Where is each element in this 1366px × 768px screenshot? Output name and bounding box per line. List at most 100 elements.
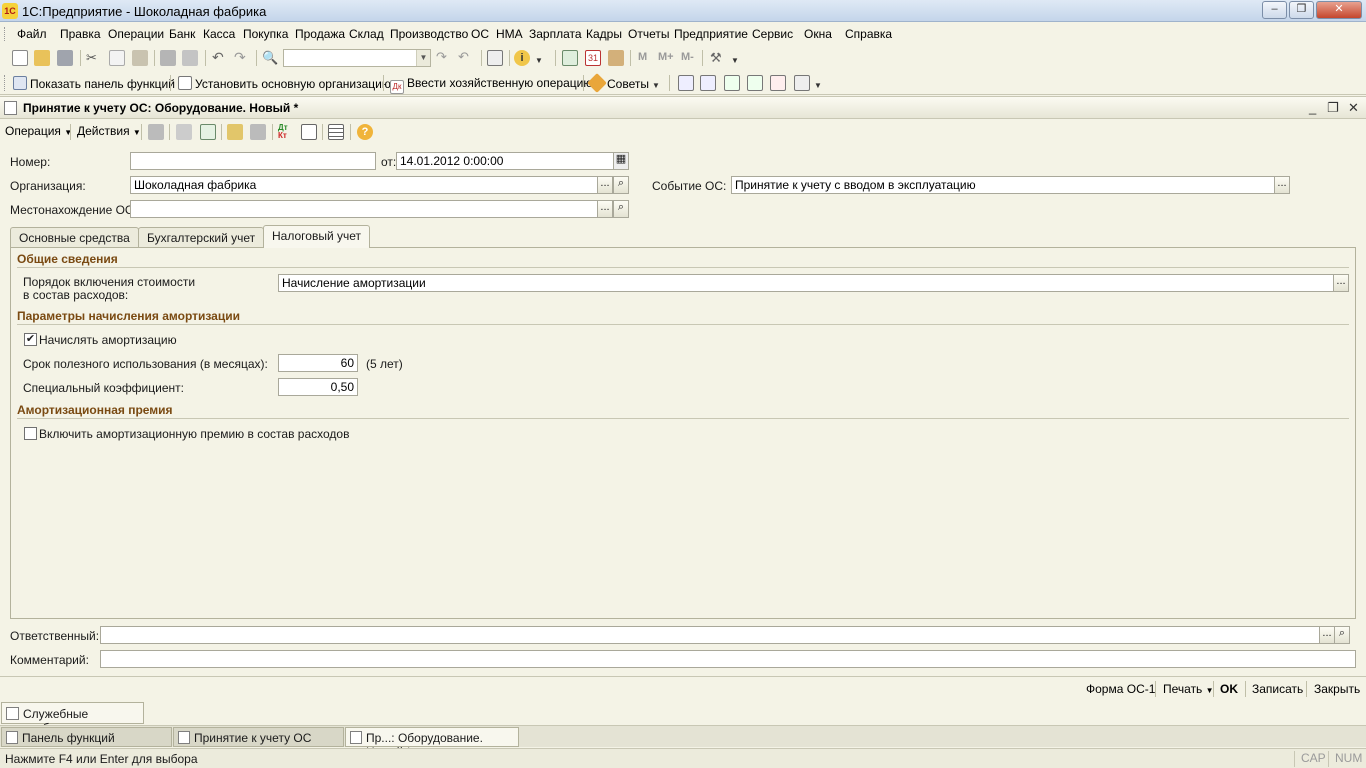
organization-field[interactable]: Шоколадная фабрика <box>130 176 598 194</box>
window-tab-functions-panel[interactable]: Панель функций <box>1 727 172 747</box>
tab-accounting[interactable]: Бухгалтерский учет <box>138 227 265 247</box>
menu-help[interactable]: Справка <box>845 27 892 41</box>
memory-m-button[interactable]: M <box>638 51 647 63</box>
post-icon[interactable] <box>148 124 164 140</box>
search-icon[interactable]: ⌕ <box>613 200 629 218</box>
menu-windows[interactable]: Окна <box>804 27 832 41</box>
menu-operations[interactable]: Операции <box>108 27 164 41</box>
number-field[interactable] <box>130 152 376 170</box>
menu-purchase[interactable]: Покупка <box>243 27 288 41</box>
search-icon[interactable]: ⌕ <box>1334 626 1350 644</box>
menu-production[interactable]: Производство <box>390 27 468 41</box>
location-select-button[interactable]: ... <box>597 200 613 218</box>
structure-icon[interactable] <box>250 124 266 140</box>
tools-icon[interactable]: ⚒ <box>710 50 726 66</box>
save-button[interactable]: Записать <box>1252 682 1303 696</box>
copy-document-icon[interactable] <box>200 124 216 140</box>
journal-icon[interactable] <box>678 75 694 91</box>
print-icon[interactable] <box>160 50 176 66</box>
doc-minimize-button[interactable]: _ <box>1309 100 1316 115</box>
doc-restore-button[interactable]: ❐ <box>1327 100 1339 116</box>
window-tab-asset-acceptance-list[interactable]: Принятие к учету ОС <box>173 727 344 747</box>
menu-salary[interactable]: Зарплата <box>529 27 582 41</box>
based-on-icon[interactable] <box>227 124 243 140</box>
chevron-down-icon[interactable]: ▼ <box>535 50 551 66</box>
actions-menu-button[interactable]: Действия ▼ <box>77 124 141 138</box>
menu-intangibles[interactable]: НМА <box>496 27 523 41</box>
menu-cash[interactable]: Касса <box>203 27 235 41</box>
chevron-down-icon[interactable]: ▼ <box>652 75 668 91</box>
calculator-icon[interactable] <box>562 50 578 66</box>
premium-checkbox[interactable] <box>24 427 37 440</box>
accrue-checkbox[interactable]: ✔ <box>24 333 37 346</box>
dt-kt-icon[interactable]: Дт Кт <box>278 124 294 140</box>
memory-plus-button[interactable]: M+ <box>658 51 674 63</box>
search-icon[interactable]: 🔍 <box>262 50 278 66</box>
event-field[interactable]: Принятие к учету с вводом в эксплуатацию <box>731 176 1275 194</box>
show-panel-button[interactable]: Показать панель функций <box>13 76 175 91</box>
maximize-button[interactable]: ❐ <box>1289 1 1314 19</box>
enter-operation-button[interactable]: Дк Ввести хозяйственную операцию <box>390 76 592 94</box>
ok-button[interactable]: OK <box>1220 682 1238 696</box>
menu-bank[interactable]: Банк <box>169 27 195 41</box>
find-next-icon[interactable]: ↷ <box>436 50 452 66</box>
copy-icon[interactable] <box>109 50 125 66</box>
chevron-down-icon[interactable]: ▼ <box>814 75 830 91</box>
cost-order-select-button[interactable]: ... <box>1333 274 1349 292</box>
menu-edit[interactable]: Правка <box>60 27 101 41</box>
find-prev-icon[interactable]: ↶ <box>458 50 474 66</box>
calendar-icon[interactable]: ▦ <box>613 152 629 170</box>
list-icon[interactable] <box>328 124 344 140</box>
bank-journal-icon[interactable] <box>700 75 716 91</box>
minimize-button[interactable]: – <box>1262 1 1287 19</box>
menu-file[interactable]: Файл <box>17 27 47 41</box>
menu-sales[interactable]: Продажа <box>295 27 345 41</box>
set-org-button[interactable]: Установить основную организацию <box>178 76 391 91</box>
cost-order-field[interactable]: Начисление амортизации <box>278 274 1334 292</box>
close-button[interactable]: ✕ <box>1316 1 1362 19</box>
date-field[interactable]: 14.01.2012 0:00:00 <box>396 152 614 170</box>
menu-warehouse[interactable]: Склад <box>349 27 384 41</box>
useful-life-field[interactable]: 60 <box>278 354 358 372</box>
tips-button[interactable]: Советы <box>587 73 649 93</box>
chevron-down-icon[interactable]: ▼ <box>731 50 747 66</box>
open-icon[interactable] <box>34 50 50 66</box>
undo-icon[interactable]: ↶ <box>212 50 228 66</box>
cut-icon[interactable]: ✂ <box>86 50 102 66</box>
menu-fixed-assets[interactable]: ОС <box>471 27 489 41</box>
responsible-select-button[interactable]: ... <box>1319 626 1335 644</box>
location-field[interactable] <box>130 200 598 218</box>
new-icon[interactable] <box>12 50 28 66</box>
print-preview-icon[interactable] <box>182 50 198 66</box>
warehouse-journal-icon[interactable] <box>770 75 786 91</box>
info-icon[interactable]: i <box>514 50 530 66</box>
users-icon[interactable] <box>608 50 624 66</box>
search-icon[interactable]: ⌕ <box>613 176 629 194</box>
search-combo[interactable]: ▼ <box>283 49 431 67</box>
organization-select-button[interactable]: ... <box>597 176 613 194</box>
assets-journal-icon[interactable] <box>794 75 810 91</box>
redo-icon[interactable]: ↷ <box>234 50 250 66</box>
save-icon[interactable] <box>57 50 73 66</box>
menu-service[interactable]: Сервис <box>752 27 793 41</box>
responsible-field[interactable] <box>100 626 1320 644</box>
purchases-journal-icon[interactable] <box>724 75 740 91</box>
operation-menu-button[interactable]: Операция ▼ <box>5 124 72 138</box>
windows-icon[interactable] <box>487 50 503 66</box>
refresh-icon[interactable] <box>176 124 192 140</box>
service-messages-button[interactable]: Служебные сообщения <box>1 702 144 735</box>
coefficient-field[interactable]: 0,50 <box>278 378 358 396</box>
memory-minus-button[interactable]: M- <box>681 51 694 63</box>
event-select-button[interactable]: ... <box>1274 176 1290 194</box>
print-menu-button[interactable]: Печать ▼ <box>1163 682 1214 696</box>
menu-reports[interactable]: Отчеты <box>628 27 669 41</box>
paste-icon[interactable] <box>132 50 148 66</box>
tab-tax-accounting[interactable]: Налоговый учет <box>263 225 370 248</box>
close-document-button[interactable]: Закрыть <box>1314 682 1360 696</box>
tab-fixed-assets[interactable]: Основные средства <box>10 227 139 247</box>
help-icon[interactable]: ? <box>357 124 373 140</box>
form-os1-button[interactable]: Форма ОС-1 <box>1086 682 1155 696</box>
window-tab-current-document[interactable]: Пр...: Оборудование. Новый * <box>345 727 519 759</box>
doc-close-button[interactable]: ✕ <box>1348 100 1359 116</box>
chevron-down-icon[interactable]: ▼ <box>416 50 430 66</box>
